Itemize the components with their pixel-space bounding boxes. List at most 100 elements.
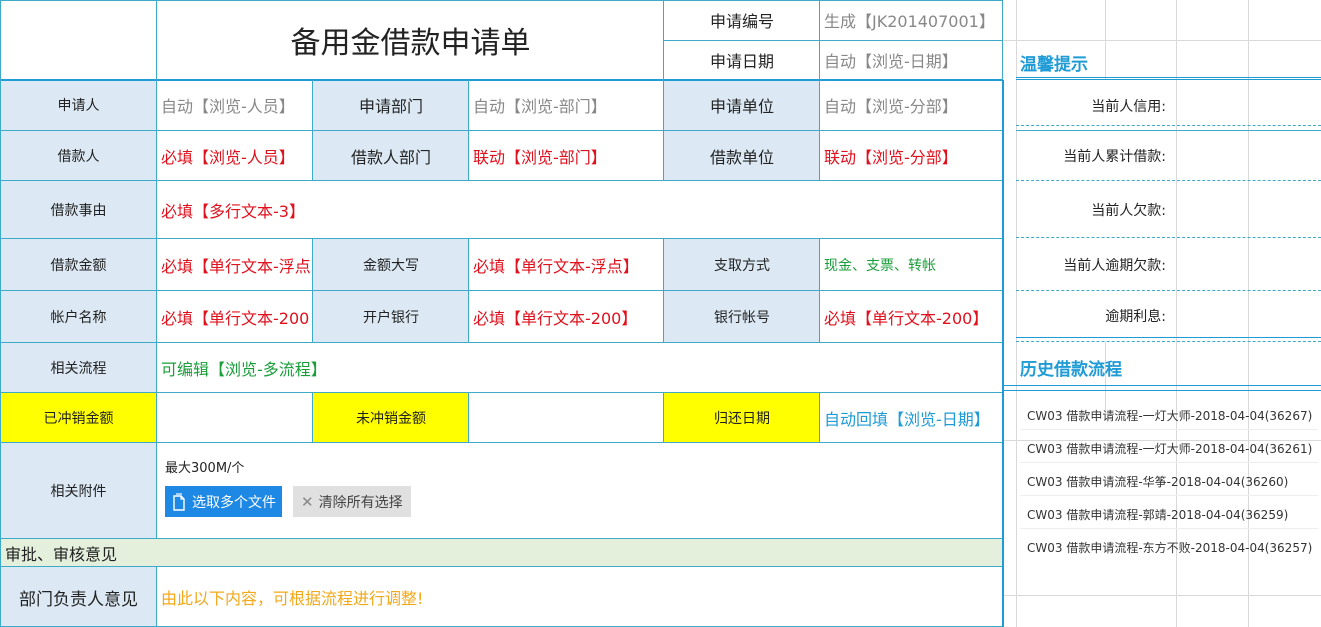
list-divider — [1020, 429, 1318, 430]
border — [0, 290, 1003, 291]
amount-upper-value[interactable]: 必填【单行文本-浮点】 — [469, 239, 664, 291]
border — [1002, 0, 1003, 80]
sidebar-divider — [1016, 77, 1321, 78]
apply-dept-label: 申请部门 — [313, 80, 469, 130]
history-item[interactable]: CW03 借款申请流程-华筝-2018-04-04(36260) — [1027, 473, 1288, 490]
history-item[interactable]: CW03 借款申请流程-郭靖-2018-04-04(36259) — [1027, 506, 1288, 523]
return-date-label: 归还日期 — [664, 393, 820, 443]
owe-label: 当前人欠款: — [1091, 203, 1166, 219]
sidebar-divider — [1016, 337, 1321, 338]
borrower-dept-value[interactable]: 联动【浏览-部门】 — [469, 130, 664, 181]
grid-line — [1016, 0, 1017, 627]
border — [468, 239, 469, 343]
border — [0, 0, 1003, 1]
border — [819, 393, 820, 443]
overdue-label: 当前人逾期欠款: — [1063, 258, 1166, 274]
amount-label: 借款金额 — [0, 239, 157, 291]
account-name-value[interactable]: 必填【单行文本-200 — [157, 291, 313, 343]
history-item[interactable]: CW03 借款申请流程-东方不败-2018-04-04(36257) — [1027, 539, 1312, 556]
unoffset-value[interactable] — [469, 393, 664, 443]
applicant-value[interactable]: 自动【浏览-人员】 — [157, 80, 313, 130]
border — [468, 393, 469, 443]
borrower-unit-value[interactable]: 联动【浏览-分部】 — [820, 130, 1003, 181]
grid-line — [1003, 40, 1321, 41]
sidebar-divider — [1003, 390, 1321, 391]
border — [0, 392, 1003, 393]
sidebar-divider — [1003, 385, 1321, 386]
related-flow-value[interactable]: 可编辑【浏览-多流程】 — [157, 343, 1003, 393]
bank-account-value[interactable]: 必填【单行文本-200】 — [820, 291, 1003, 343]
border — [156, 567, 157, 627]
apply-unit-value[interactable]: 自动【浏览-分部】 — [820, 80, 1003, 130]
applicant-label: 申请人 — [0, 80, 157, 130]
attachment-label: 相关附件 — [0, 443, 157, 539]
border — [664, 40, 1003, 41]
dept-opinion-label: 部门负责人意见 — [0, 567, 157, 627]
unoffset-label: 未冲销金额 — [313, 393, 469, 443]
borrower-dept-label: 借款人部门 — [313, 130, 469, 181]
grid-line — [1003, 595, 1321, 596]
bank-account-label: 银行帐号 — [664, 291, 820, 343]
history-item[interactable]: CW03 借款申请流程-一灯大师-2018-04-04(36267) — [1027, 407, 1312, 424]
border — [819, 239, 820, 343]
border — [0, 0, 1, 627]
amount-upper-label: 金额大写 — [313, 239, 469, 291]
border — [0, 238, 1003, 239]
borrower-value[interactable]: 必填【浏览-人员】 — [157, 130, 313, 181]
total-borrow-label: 当前人累计借款: — [1063, 149, 1166, 165]
sidebar-divider — [1016, 341, 1321, 342]
credit-label: 当前人信用: — [1091, 99, 1166, 115]
approval-section-header: 审批、审核意见 — [0, 539, 1003, 567]
border — [0, 79, 1003, 81]
tips-title: 温馨提示 — [1020, 55, 1088, 75]
offset-value[interactable] — [157, 393, 313, 443]
select-files-button[interactable]: 选取多个文件 — [165, 486, 282, 517]
grid-line — [1105, 0, 1106, 80]
bank-value[interactable]: 必填【单行文本-200】 — [469, 291, 664, 343]
border — [663, 0, 664, 181]
border — [312, 80, 313, 181]
reason-value[interactable]: 必填【多行文本-3】 — [157, 181, 1003, 239]
clear-selection-label: 清除所有选择 — [318, 494, 403, 511]
list-divider — [1020, 462, 1318, 463]
history-item[interactable]: CW03 借款申请流程-一灯大师-2018-04-04(36261) — [1027, 440, 1312, 457]
sidebar-divider — [1016, 79, 1321, 80]
border — [0, 538, 1003, 539]
close-icon: ✕ — [301, 492, 314, 511]
border — [0, 130, 1003, 131]
select-files-label: 选取多个文件 — [192, 494, 276, 511]
account-name-label: 帐户名称 — [0, 291, 157, 343]
return-date-value[interactable]: 自动回填【浏览-日期】 — [820, 393, 1003, 443]
apply-date-value[interactable]: 自动【浏览-日期】 — [820, 40, 1003, 80]
border — [312, 239, 313, 343]
pay-method-value[interactable]: 现金、支票、转帐 — [820, 239, 1003, 291]
border — [0, 566, 1003, 567]
attachment-limit: 最大300M/个 — [165, 461, 245, 476]
border — [663, 239, 664, 343]
sidebar-divider — [1016, 290, 1321, 291]
grid-line — [1176, 0, 1177, 627]
border — [156, 0, 157, 539]
apply-date-label: 申请日期 — [709, 52, 774, 71]
border — [819, 0, 820, 181]
page-title: 备用金借款申请单 — [290, 26, 531, 61]
border — [0, 442, 1003, 443]
history-title: 历史借款流程 — [1020, 360, 1122, 380]
amount-value[interactable]: 必填【单行文本-浮点 — [157, 239, 313, 291]
apply-no-value[interactable]: 生成【JK201407001】 — [820, 0, 1003, 40]
sidebar-divider — [1016, 125, 1321, 126]
borrower-label: 借款人 — [0, 130, 157, 181]
interest-label: 逾期利息: — [1105, 309, 1166, 325]
sidebar-divider — [1016, 237, 1321, 238]
apply-dept-value[interactable]: 自动【浏览-部门】 — [469, 80, 664, 130]
border — [468, 80, 469, 181]
clear-selection-button[interactable]: ✕ 清除所有选择 — [293, 486, 411, 517]
file-icon — [172, 492, 186, 511]
list-divider — [1020, 528, 1318, 529]
border — [1002, 80, 1004, 627]
dept-opinion-value[interactable]: 由此以下内容，可根据流程进行调整! — [157, 567, 1003, 627]
border — [312, 393, 313, 443]
bank-label: 开户银行 — [313, 291, 469, 343]
borrower-unit-label: 借款单位 — [664, 130, 820, 181]
border — [0, 180, 1003, 181]
